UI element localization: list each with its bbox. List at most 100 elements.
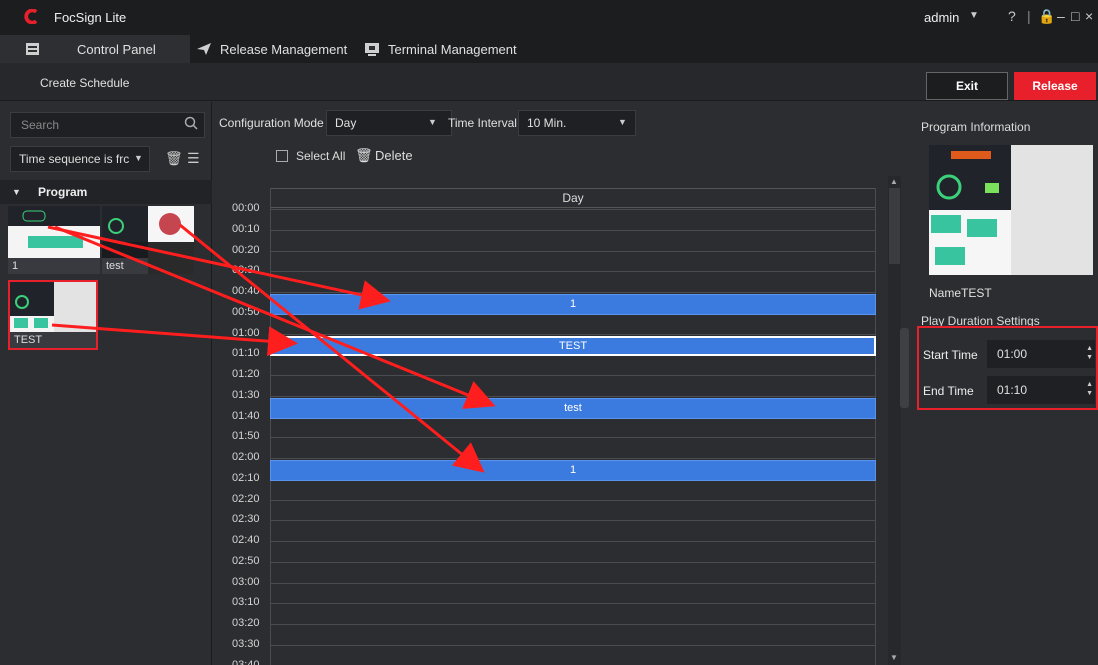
time-label: 01:40 — [232, 409, 260, 422]
program-thumbnail[interactable]: 1 — [8, 206, 100, 274]
thumbnail-label: 1 — [8, 258, 100, 274]
time-label: 01:30 — [232, 388, 260, 401]
time-label: 02:10 — [232, 471, 260, 484]
chevron-down-icon[interactable]: ▼ — [969, 10, 979, 21]
scroll-thumb[interactable] — [889, 188, 900, 264]
program-preview-image — [929, 145, 1093, 275]
grid-line — [270, 333, 876, 335]
chevron-down-icon[interactable]: ▼ — [618, 117, 627, 127]
nav-bar: Control Panel Release Management Termina… — [0, 35, 1098, 63]
time-label: 00:20 — [232, 243, 260, 256]
user-menu[interactable]: admin — [924, 10, 959, 25]
program-thumbnail-selected[interactable]: TEST — [8, 280, 98, 350]
time-label: 02:40 — [232, 534, 260, 546]
release-button[interactable]: Release — [1014, 72, 1096, 100]
sequence-select[interactable]: Time sequence is frc — [10, 146, 150, 172]
exit-button[interactable]: Exit — [926, 72, 1008, 100]
grid-line — [270, 395, 876, 397]
thumbnail-label: TEST — [10, 332, 96, 348]
grid-line — [270, 271, 876, 273]
mode-label: Configuration Mode — [219, 116, 324, 130]
minimize-icon[interactable]: – — [1057, 8, 1065, 24]
time-label: 01:10 — [232, 347, 260, 360]
trash-icon[interactable]: 🗑 — [355, 147, 373, 164]
scroll-up-icon[interactable]: ▲ — [890, 177, 898, 186]
schedule-grid[interactable]: Day 00:00 00:10 00:20 00:30 00:40 00:50 01:00 0… — [213, 176, 888, 665]
schedule-block[interactable]: 1 — [270, 294, 876, 315]
time-label: 03:00 — [232, 575, 260, 588]
grid-line — [270, 229, 876, 231]
trash-icon[interactable]: 🗑 — [165, 150, 183, 167]
play-duration-settings: Start Time 01:00 ▲ ▼ End Time 01:10 ▲ ▼ — [917, 326, 1098, 410]
time-label: 03:30 — [232, 637, 260, 650]
end-time-value: 01:10 — [997, 383, 1028, 397]
grid-line — [270, 624, 876, 625]
grid-line — [270, 603, 876, 605]
control-panel-icon — [26, 43, 39, 55]
time-label: 02:20 — [232, 492, 260, 505]
chevron-down-icon[interactable]: ▼ — [134, 153, 143, 163]
tab-control-panel[interactable]: Control Panel — [0, 35, 190, 63]
program-tree-header[interactable]: ▼ Program — [0, 180, 212, 204]
title-bar: FocSign Lite admin ▼ ? | 🔒 – □ × — [0, 0, 1098, 35]
grid-line — [270, 499, 876, 501]
tab-release-management[interactable]: Release Management — [196, 35, 358, 63]
scroll-down-icon[interactable]: ▼ — [890, 653, 898, 662]
maximize-icon[interactable]: □ — [1071, 8, 1079, 24]
program-name: NameTEST — [929, 286, 992, 300]
schedule-block-selected[interactable]: TEST — [270, 335, 876, 357]
program-preview — [929, 145, 1093, 275]
program-thumbnail[interactable]: test — [102, 206, 194, 274]
separator: | — [1027, 8, 1031, 24]
monitor-icon — [365, 43, 379, 56]
search-input[interactable]: Search — [10, 112, 205, 138]
search-icon[interactable] — [184, 116, 198, 130]
grid-line — [270, 209, 876, 210]
tab-label: Control Panel — [77, 41, 156, 57]
tab-label: Release Management — [220, 41, 348, 57]
spinner-icon[interactable]: ▲ ▼ — [1086, 380, 1093, 398]
time-label: 00:30 — [232, 264, 260, 277]
delete-button[interactable]: Delete — [375, 148, 413, 163]
end-time-label: End Time — [923, 384, 974, 398]
end-time-input[interactable]: 01:10 ▲ ▼ — [987, 376, 1095, 404]
interval-label: Time Interval — [448, 116, 517, 130]
program-info-panel: Program Information NameTEST Play Durati… — [909, 102, 1098, 665]
grid-line — [270, 375, 876, 376]
chevron-down-icon[interactable]: ▼ — [428, 117, 437, 127]
schedule-block[interactable]: 1 — [270, 460, 876, 481]
time-label: 03:10 — [232, 596, 260, 609]
grid-line — [270, 292, 876, 293]
app-title: FocSign Lite — [54, 10, 127, 25]
list-view-icon[interactable]: ☰ — [187, 150, 200, 167]
spinner-icon[interactable]: ▲ ▼ — [1086, 344, 1093, 362]
time-label: 00:50 — [232, 305, 260, 318]
time-label: 00:10 — [232, 222, 260, 235]
start-time-input[interactable]: 01:00 ▲ ▼ — [987, 340, 1095, 368]
tab-terminal-management[interactable]: Terminal Management — [364, 35, 534, 63]
select-all-label[interactable]: Select All — [296, 149, 345, 163]
help-icon[interactable]: ? — [1008, 8, 1016, 24]
day-column-header: Day — [270, 188, 876, 208]
time-label: 00:00 — [232, 202, 260, 214]
grid-border — [270, 188, 271, 665]
schedule-block[interactable]: test — [270, 397, 876, 419]
time-label: 00:40 — [232, 285, 260, 297]
chevron-down-icon[interactable]: ▼ — [12, 187, 21, 197]
close-icon[interactable]: × — [1085, 8, 1093, 24]
grid-line — [270, 541, 876, 542]
tab-label: Terminal Management — [388, 41, 517, 57]
time-label: 01:20 — [232, 368, 260, 380]
select-all-checkbox[interactable] — [276, 150, 288, 162]
start-time-label: Start Time — [923, 348, 978, 362]
grid-line — [270, 520, 876, 522]
time-label: 01:50 — [232, 430, 260, 443]
program-info-title: Program Information — [921, 120, 1031, 134]
lock-icon[interactable]: 🔒 — [1038, 8, 1055, 25]
grid-line — [270, 582, 876, 584]
grid-border — [875, 188, 876, 665]
vertical-scrollbar[interactable]: ▲ ▼ — [888, 176, 901, 665]
send-icon — [197, 43, 211, 55]
time-label: 02:00 — [232, 451, 260, 463]
panel-collapse-handle[interactable] — [900, 328, 909, 408]
